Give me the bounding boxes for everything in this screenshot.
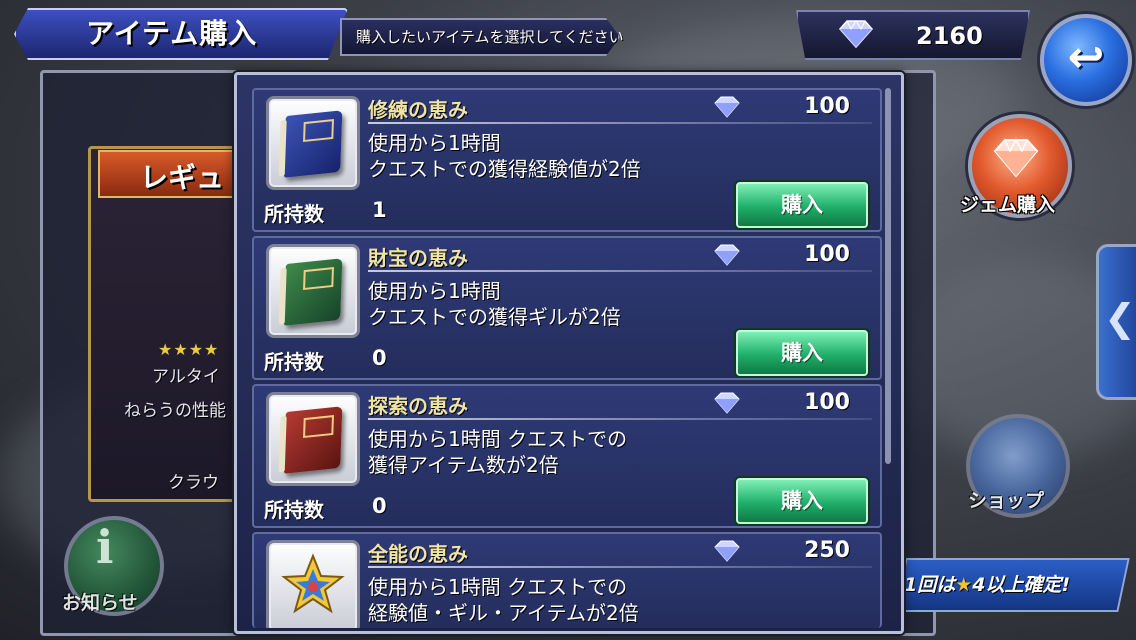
owned-count-value: 1: [372, 198, 387, 222]
description-line: クエストでの獲得経験値が2倍: [368, 157, 641, 181]
rarity-stars: ★★★★: [158, 340, 220, 359]
gacha-suffix: 4以上確定!: [972, 574, 1071, 596]
buy-button[interactable]: 購入: [736, 478, 868, 524]
star-emblem-icon: [281, 553, 345, 614]
gem-shop-label: ジェム購入: [960, 194, 1056, 216]
gacha-prefix: 1回は: [904, 574, 956, 596]
divider: [368, 270, 872, 272]
page-subtitle: 購入したいアイテムを選択してください: [356, 28, 624, 46]
item-name: 全能の恵み: [368, 542, 468, 566]
gem-counter: [796, 10, 1030, 60]
description-line: 使用から1時間: [368, 279, 501, 303]
description-line: 経験値・ギル・アイテムが2倍: [368, 601, 639, 625]
back-button[interactable]: ↩: [1040, 14, 1132, 106]
description-line: クエストでの獲得ギルが2倍: [368, 305, 621, 329]
diamond-gem-icon: [993, 138, 1039, 178]
scrollbar[interactable]: [885, 88, 891, 464]
gacha-banner-text: 1回は★4以上確定!: [904, 570, 1070, 597]
page-title: アイテム購入: [86, 17, 258, 50]
item-name: 修練の恵み: [368, 98, 468, 122]
item-name: 探索の恵み: [368, 394, 468, 418]
buy-button[interactable]: 購入: [736, 330, 868, 376]
chevron-left-icon: ❮: [1104, 296, 1136, 340]
green-book-icon: [283, 258, 343, 326]
owned-count-label: 所持数: [264, 350, 324, 374]
description-line: 獲得アイテム数が2倍: [368, 453, 559, 477]
item-thumbnail: [266, 244, 360, 338]
diamond-gem-icon: [714, 244, 740, 266]
item-card-treasure: 財宝の恵み 100 使用から1時間 クエストでの獲得ギルが2倍 所持数 0 購入: [252, 236, 882, 380]
background-card-line: アルタイ: [152, 367, 220, 387]
diamond-gem-icon: [714, 96, 740, 118]
item-description: 使用から1時間 クエストでの 経験値・ギル・アイテムが2倍: [368, 574, 639, 626]
item-thumbnail: [266, 540, 360, 628]
description-line: 使用から1時間 クエストでの: [368, 575, 628, 599]
owned-count-value: 0: [372, 494, 387, 518]
item-description: 使用から1時間 クエストでの獲得経験値が2倍: [368, 130, 641, 182]
background-card-line: クラウ: [168, 473, 219, 493]
shop-label: ショップ: [968, 490, 1045, 512]
gem-count-value: 2160: [916, 22, 983, 50]
item-card-omnipotence: 全能の恵み 250 使用から1時間 クエストでの 経験値・ギル・アイテムが2倍: [252, 532, 882, 628]
blue-book-icon: [283, 110, 343, 178]
item-description: 使用から1時間 クエストでの獲得ギルが2倍: [368, 278, 621, 330]
star-icon: ★: [955, 574, 973, 596]
owned-count-label: 所持数: [264, 498, 324, 522]
item-name: 財宝の恵み: [368, 246, 468, 270]
description-line: 使用から1時間: [368, 131, 501, 155]
divider: [368, 566, 872, 568]
background-card-line: ねらうの性能: [124, 401, 226, 421]
diamond-gem-icon: [714, 540, 740, 562]
diamond-gem-icon: [839, 20, 873, 48]
buy-button[interactable]: 購入: [736, 182, 868, 228]
owned-count-value: 0: [372, 346, 387, 370]
owned-count-label: 所持数: [264, 202, 324, 226]
background-card-title: レギュ: [140, 161, 225, 194]
background-banner-card: [88, 146, 254, 502]
item-thumbnail: [266, 96, 360, 190]
item-card-training: 修練の恵み 100 使用から1時間 クエストでの獲得経験値が2倍 所持数 1 購…: [252, 88, 882, 232]
back-arrow-icon: ↩: [1067, 32, 1105, 83]
divider: [368, 418, 872, 420]
diamond-gem-icon: [714, 392, 740, 414]
item-price: 100: [804, 390, 850, 415]
item-price: 100: [804, 242, 850, 267]
item-thumbnail: [266, 392, 360, 486]
divider: [368, 122, 872, 124]
item-price: 250: [804, 538, 850, 563]
info-icon: i: [96, 520, 114, 574]
red-book-icon: [283, 406, 343, 474]
item-price: 100: [804, 94, 850, 119]
description-line: 使用から1時間 クエストでの: [368, 427, 628, 451]
item-description: 使用から1時間 クエストでの 獲得アイテム数が2倍: [368, 426, 627, 478]
notice-label: お知らせ: [62, 592, 138, 614]
item-card-exploration: 探索の恵み 100 使用から1時間 クエストでの 獲得アイテム数が2倍 所持数 …: [252, 384, 882, 528]
